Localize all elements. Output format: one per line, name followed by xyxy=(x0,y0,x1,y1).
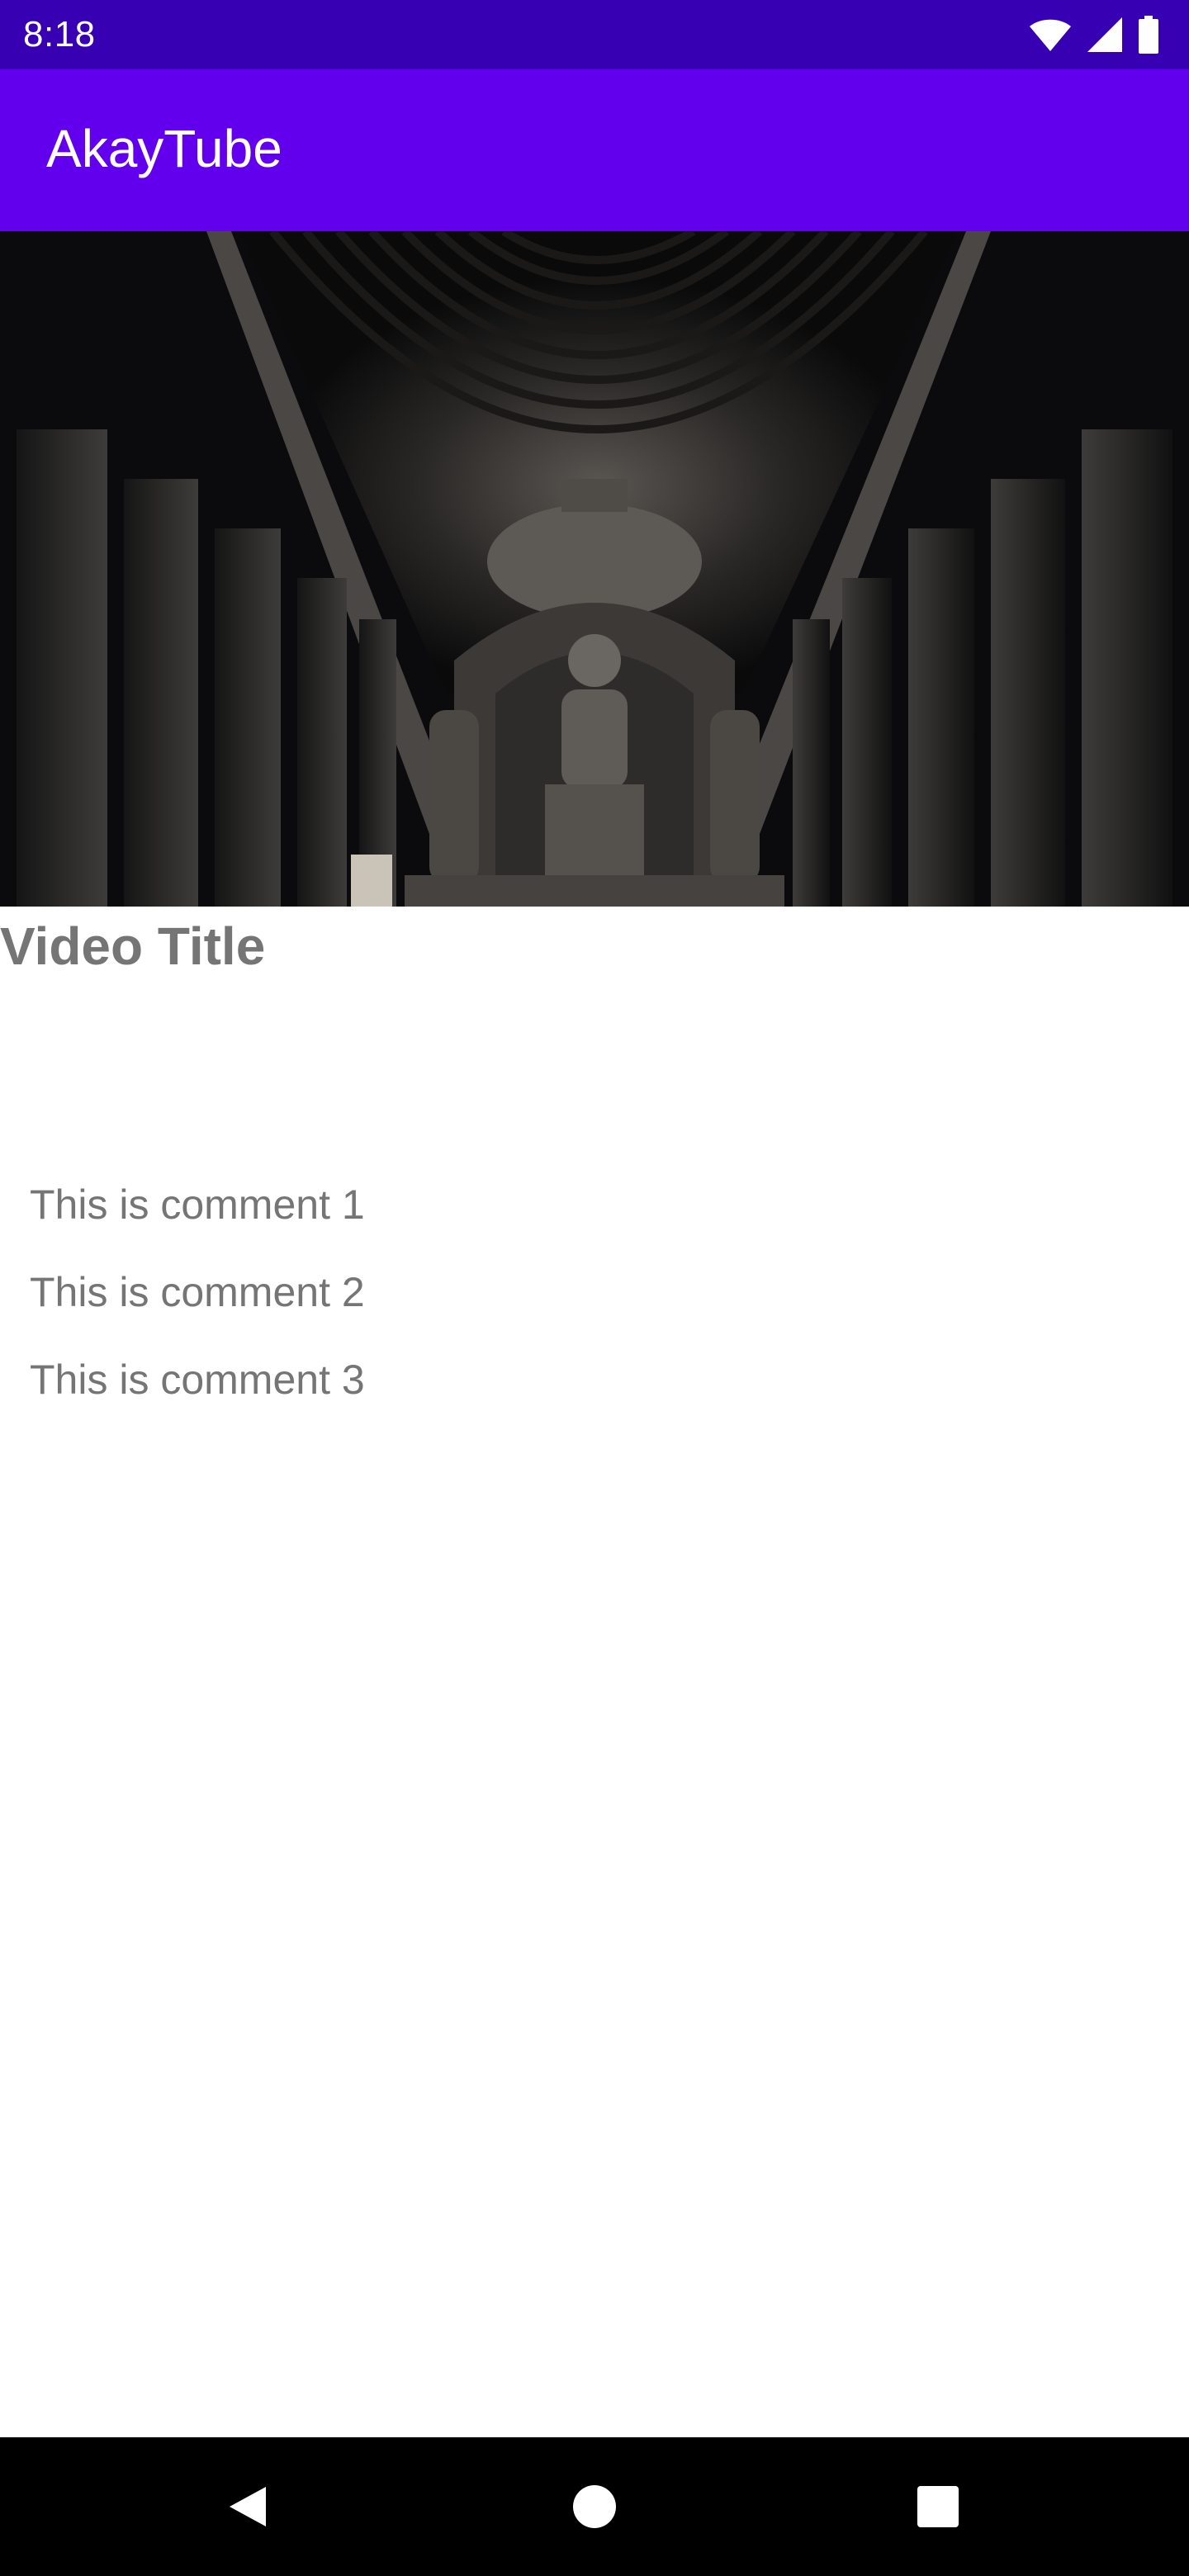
home-button[interactable] xyxy=(512,2437,677,2576)
screen: 8:18 AkayTube Video Title This is commen… xyxy=(0,0,1189,2576)
status-icons xyxy=(1029,15,1159,54)
cave-temple-image xyxy=(0,231,1189,907)
navigation-bar xyxy=(0,2437,1189,2576)
app-bar: AkayTube xyxy=(0,69,1189,231)
home-icon xyxy=(573,2485,616,2528)
signal-icon xyxy=(1087,17,1123,53)
status-time: 8:18 xyxy=(23,14,96,54)
comment-item: This is comment 1 xyxy=(30,1181,365,1228)
battery-icon xyxy=(1138,16,1159,54)
video-player[interactable] xyxy=(0,231,1189,907)
recents-icon xyxy=(917,2486,959,2527)
back-icon xyxy=(230,2487,266,2526)
comment-item: This is comment 3 xyxy=(30,1357,365,1403)
status-bar: 8:18 xyxy=(0,0,1189,69)
video-title: Video Title xyxy=(0,916,266,976)
comments-list: This is comment 1 This is comment 2 This… xyxy=(30,1161,365,1423)
wifi-icon xyxy=(1029,17,1072,53)
back-button[interactable] xyxy=(165,2437,330,2576)
recents-button[interactable] xyxy=(855,2437,1021,2576)
comment-item: This is comment 2 xyxy=(30,1269,365,1315)
app-title: AkayTube xyxy=(46,119,282,178)
